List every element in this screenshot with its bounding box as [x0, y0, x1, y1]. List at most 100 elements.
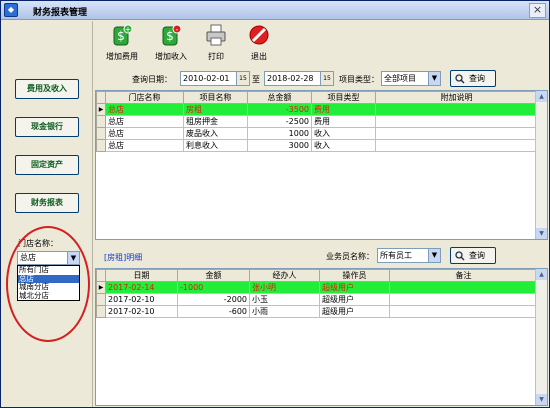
date-from-field[interactable]: 2010-02-01 15: [180, 71, 250, 86]
table-row[interactable]: 总店 废品收入 1000 收入: [96, 127, 538, 140]
table-cell[interactable]: 费用: [311, 115, 376, 128]
table-row-selected[interactable]: ▶ 总店 房租 -3500 费用: [96, 103, 538, 116]
salesman-select[interactable]: 所有员工 ▼: [377, 248, 441, 263]
table-cell[interactable]: 房租: [183, 103, 248, 116]
item-type-value: 全部项目: [384, 74, 416, 83]
scroll-up-icon[interactable]: ▲: [536, 91, 547, 102]
column-header[interactable]: 备注: [389, 269, 538, 282]
column-header[interactable]: 项目名称: [183, 91, 248, 104]
table-cell[interactable]: 2017-02-14: [105, 281, 178, 294]
table-cell[interactable]: -600: [177, 305, 250, 318]
exit-icon: [249, 25, 269, 45]
date-to-field[interactable]: 2018-02-28 15: [264, 71, 334, 86]
print-button[interactable]: 打印: [194, 23, 238, 67]
table-cell[interactable]: 租房押金: [183, 115, 248, 128]
filter-bar: 查询日期： 2010-02-01 15 至 2018-02-28 15 项目类型…: [94, 68, 549, 89]
column-header[interactable]: 日期: [105, 269, 178, 282]
table-row[interactable]: 2017-02-10 -2000 小玉 超级用户: [96, 293, 538, 306]
table-cell[interactable]: 3000: [247, 139, 312, 152]
add-income-label: 增加收入: [155, 52, 187, 61]
column-header[interactable]: 经办人: [249, 269, 320, 282]
table-cell[interactable]: [375, 115, 538, 128]
window-title: 财务报表管理: [33, 8, 88, 18]
table-cell[interactable]: -2500: [247, 115, 312, 128]
date-to-label: 至: [252, 75, 260, 84]
chevron-down-icon[interactable]: ▼: [428, 72, 440, 85]
table-cell[interactable]: 总店: [105, 139, 184, 152]
table-cell[interactable]: 费用: [311, 103, 376, 116]
column-header[interactable]: 门店名称: [105, 91, 184, 104]
column-header[interactable]: 附加说明: [375, 91, 538, 104]
table-cell[interactable]: -1000: [177, 281, 250, 294]
printer-icon: [206, 24, 226, 46]
table-cell[interactable]: 2017-02-10: [105, 293, 178, 306]
scroll-down-icon[interactable]: ▼: [536, 228, 547, 239]
item-type-select[interactable]: 全部项目 ▼: [381, 71, 441, 86]
money-remove-icon: $ -: [162, 24, 182, 46]
table-cell[interactable]: [389, 281, 538, 294]
table-cell[interactable]: 2017-02-10: [105, 305, 178, 318]
table-cell[interactable]: 收入: [311, 139, 376, 152]
row-indicator: [96, 127, 106, 140]
detail-query-button[interactable]: 查询: [450, 247, 496, 264]
financial-report-button[interactable]: 财务报表: [15, 193, 79, 213]
table-cell[interactable]: 1000: [247, 127, 312, 140]
table-cell[interactable]: [375, 103, 538, 116]
add-expense-button[interactable]: $ + 增加费用: [100, 23, 144, 67]
close-button[interactable]: ×: [529, 3, 546, 18]
cash-bank-button[interactable]: 现金银行: [15, 117, 79, 137]
annotation-circle: [6, 226, 90, 342]
table-cell[interactable]: 小玉: [249, 293, 320, 306]
table-row-selected[interactable]: ▶ 2017-02-14 -1000 张小明 超级用户: [96, 281, 538, 294]
app-icon: ◆: [4, 3, 18, 17]
row-indicator-header: [96, 91, 106, 104]
query-button[interactable]: 查询: [450, 70, 496, 87]
table-cell[interactable]: 总店: [105, 103, 184, 116]
vertical-scrollbar[interactable]: ▲ ▼: [535, 91, 547, 239]
table-cell[interactable]: 张小明: [249, 281, 320, 294]
table-row[interactable]: 2017-02-10 -600 小雨 超级用户: [96, 305, 538, 318]
salesman-label: 业务员名称：: [326, 252, 374, 261]
search-icon: [455, 74, 465, 84]
scroll-up-icon[interactable]: ▲: [536, 269, 547, 280]
column-header[interactable]: 总金额: [247, 91, 312, 104]
vertical-scrollbar[interactable]: ▲ ▼: [535, 269, 547, 405]
calendar-icon[interactable]: 15: [320, 72, 333, 85]
table-cell[interactable]: 废品收入: [183, 127, 248, 140]
svg-text:+: +: [125, 25, 132, 34]
table-header-row: 门店名称 项目名称 总金额 项目类型 附加说明: [96, 91, 538, 104]
column-header[interactable]: 项目类型: [311, 91, 376, 104]
table-cell[interactable]: 超级用户: [319, 305, 390, 318]
table-cell[interactable]: [389, 305, 538, 318]
table-cell[interactable]: 总店: [105, 127, 184, 140]
table-cell[interactable]: -2000: [177, 293, 250, 306]
table-row[interactable]: 总店 利息收入 3000 收入: [96, 139, 538, 152]
row-indicator: [96, 293, 106, 306]
date-from-value: 2010-02-01: [183, 74, 230, 83]
table-cell[interactable]: [375, 139, 538, 152]
scroll-down-icon[interactable]: ▼: [536, 394, 547, 405]
detail-grid: 日期 金额 经办人 操作员 备注 ▶ 2017-02-14 -1000 张小明 …: [95, 268, 548, 406]
column-header[interactable]: 操作员: [319, 269, 390, 282]
exit-button[interactable]: 退出: [237, 23, 281, 67]
table-cell[interactable]: [375, 127, 538, 140]
column-header[interactable]: 金额: [177, 269, 250, 282]
expenses-income-button[interactable]: 费用及收入: [15, 79, 79, 99]
toolbar: $ + 增加费用 $ - 增加收入 打印 退出: [94, 21, 549, 68]
calendar-icon[interactable]: 15: [236, 72, 249, 85]
table-cell[interactable]: -3500: [247, 103, 312, 116]
query-date-label: 查询日期：: [132, 75, 172, 84]
fixed-assets-button[interactable]: 固定资产: [15, 155, 79, 175]
detail-title: [房租]明细: [104, 253, 143, 262]
row-indicator: [96, 305, 106, 318]
table-cell[interactable]: [389, 293, 538, 306]
table-cell[interactable]: 收入: [311, 127, 376, 140]
table-cell[interactable]: 超级用户: [319, 281, 390, 294]
table-cell[interactable]: 小雨: [249, 305, 320, 318]
table-cell[interactable]: 总店: [105, 115, 184, 128]
table-cell[interactable]: 超级用户: [319, 293, 390, 306]
table-row[interactable]: 总店 租房押金 -2500 费用: [96, 115, 538, 128]
chevron-down-icon[interactable]: ▼: [428, 249, 440, 262]
table-cell[interactable]: 利息收入: [183, 139, 248, 152]
add-income-button[interactable]: $ - 增加收入: [149, 23, 193, 67]
